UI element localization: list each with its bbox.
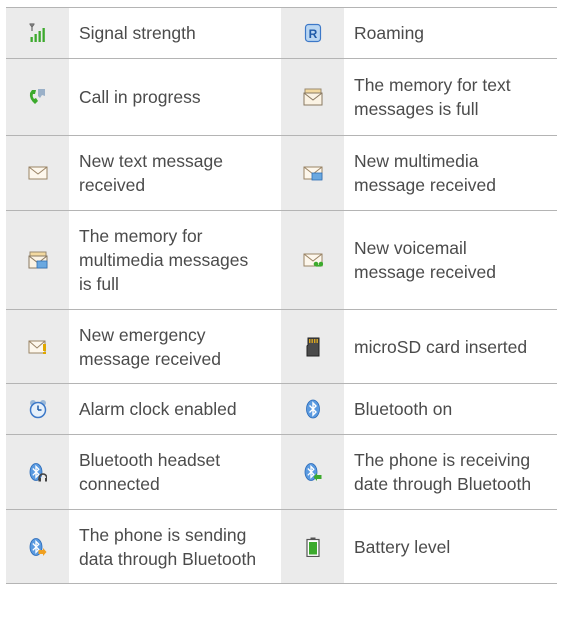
- icon-cell: [281, 384, 344, 434]
- emergency-message-icon: [28, 340, 46, 354]
- description-text: message received: [354, 262, 497, 282]
- description-cell: New multimedia message received: [344, 136, 556, 210]
- multimedia-memory-full-icon: [28, 251, 47, 269]
- description-text: Signal strength: [79, 23, 196, 43]
- icon-cell: [6, 510, 69, 583]
- icon-cell: [6, 136, 69, 210]
- bluetooth-on-icon: [305, 399, 320, 419]
- description-text: date through Bluetooth: [354, 474, 532, 494]
- new-voicemail-icon: [303, 253, 323, 267]
- description-cell: Battery level: [344, 510, 556, 583]
- description-text: Bluetooth headset: [79, 450, 221, 470]
- description-cell: Call in progress: [69, 59, 281, 135]
- description-cell: New emergency message received: [69, 310, 281, 383]
- description-cell: Roaming: [344, 8, 556, 58]
- icon-cell: [281, 310, 344, 383]
- icon-cell: [6, 384, 69, 434]
- icon-cell: [281, 211, 344, 309]
- description-cell: The phone is sending data through Blueto…: [69, 510, 281, 583]
- description-cell: The memory for multimedia messages is fu…: [69, 211, 281, 309]
- description-text: message received: [79, 348, 222, 369]
- description-text: microSD card inserted: [354, 336, 528, 357]
- new-multimedia-message-icon: [303, 166, 322, 181]
- description-cell: microSD card inserted: [344, 310, 556, 383]
- text-memory-full-icon: [303, 88, 322, 106]
- table-row: Alarm clock enabled Bluetooth on: [6, 383, 557, 434]
- new-text-message-icon: [28, 166, 47, 180]
- description-cell: Signal strength: [69, 8, 281, 58]
- table-row: Bluetooth headset connected The phone is…: [6, 434, 557, 509]
- status-icons-table: Signal strength R Roaming Call in progre…: [6, 7, 557, 584]
- icon-cell: [281, 435, 344, 509]
- roaming-icon: R: [304, 23, 321, 43]
- description-text: messages is full: [354, 99, 479, 119]
- svg-text:R: R: [308, 27, 317, 41]
- description-text: New voicemail: [354, 238, 467, 258]
- bluetooth-headset-icon: [29, 463, 47, 482]
- signal-strength-icon: [29, 23, 45, 42]
- description-cell: The memory for text messages is full: [344, 59, 556, 135]
- description-cell: Bluetooth on: [344, 384, 556, 434]
- icon-cell: [281, 59, 344, 135]
- description-text: data through Bluetooth: [79, 548, 257, 569]
- description-cell: New voicemail message received: [344, 211, 556, 309]
- icon-cell: [281, 510, 344, 583]
- description-cell: New text message received: [69, 136, 281, 210]
- icon-cell: [6, 435, 69, 509]
- description-text: is full: [79, 274, 119, 294]
- table-row: Call in progress The memory for text mes…: [6, 58, 557, 135]
- description-text: Battery level: [354, 536, 451, 557]
- description-text: multimedia messages: [79, 250, 249, 270]
- description-text: Alarm clock enabled: [79, 399, 237, 419]
- icon-cell: [281, 136, 344, 210]
- description-text: New text message: [79, 151, 223, 171]
- bluetooth-receiving-icon: [304, 463, 321, 481]
- microsd-card-icon: [306, 337, 319, 356]
- table-row: The phone is sending data through Blueto…: [6, 509, 557, 584]
- icon-cell: [6, 59, 69, 135]
- description-text: The phone is sending: [79, 524, 247, 545]
- table-row: New emergency message received microSD c…: [6, 309, 557, 383]
- description-text: message received: [354, 175, 497, 195]
- description-cell: Bluetooth headset connected: [69, 435, 281, 509]
- description-text: New multimedia: [354, 151, 479, 171]
- description-text: Roaming: [354, 23, 425, 43]
- description-text: Bluetooth on: [354, 399, 453, 419]
- icon-cell: [6, 8, 69, 58]
- icon-cell: [6, 310, 69, 383]
- description-text: received: [79, 175, 146, 195]
- description-cell: Alarm clock enabled: [69, 384, 281, 434]
- description-text: The memory for text: [354, 75, 511, 95]
- call-in-progress-icon: [29, 89, 45, 104]
- description-text: connected: [79, 474, 160, 494]
- description-text: The phone is receiving: [354, 450, 531, 470]
- table-row: Signal strength R Roaming: [6, 7, 557, 58]
- description-cell: The phone is receiving date through Blue…: [344, 435, 556, 509]
- table-row: The memory for multimedia messages is fu…: [6, 210, 557, 309]
- icon-cell: [6, 211, 69, 309]
- description-text: The memory for: [79, 226, 203, 246]
- alarm-clock-icon: [29, 400, 46, 419]
- table-row: New text message received New multimedia…: [6, 135, 557, 210]
- battery-level-icon: [305, 537, 320, 557]
- icon-cell: R: [281, 8, 344, 58]
- description-text: Call in progress: [79, 87, 201, 107]
- bluetooth-sending-icon: [29, 537, 46, 556]
- description-text: New emergency: [79, 324, 206, 345]
